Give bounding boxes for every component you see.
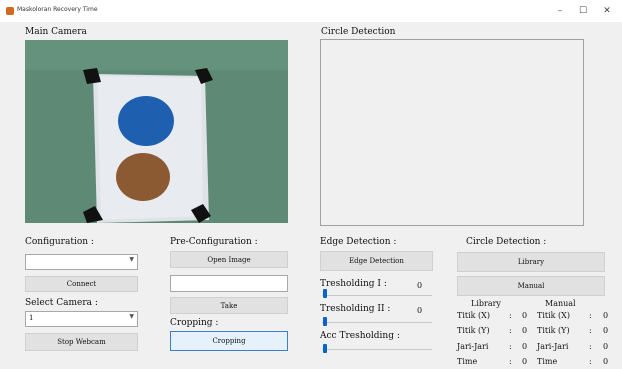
circle-detection-label: Circle Detection :: [466, 237, 547, 247]
circle-detection-view: [320, 39, 584, 226]
row-label-time-manual: Time: [537, 357, 558, 366]
titik-x-manual-value: 0: [603, 311, 609, 320]
threshold2-track: [322, 322, 432, 323]
image-path-input[interactable]: [170, 275, 288, 292]
main-camera-label: Main Camera: [25, 27, 87, 37]
threshold1-track: [322, 295, 432, 296]
row-label-jari-jari-manual: Jari-Jari: [537, 342, 569, 351]
port-combobox[interactable]: ▼: [25, 254, 138, 270]
chevron-down-icon: ▼: [129, 256, 134, 263]
threshold1-slider[interactable]: [323, 289, 327, 298]
circle-detection-view-label: Circle Detection: [321, 27, 396, 37]
title-bar: Maskoloran Recovery Time – ☐ ✕: [0, 0, 622, 22]
cropping-button[interactable]: Cropping: [170, 331, 288, 351]
manual-button[interactable]: Manual: [457, 276, 605, 296]
titik-x-library-value: 0: [522, 311, 528, 320]
row-sep: :: [589, 326, 592, 335]
edge-detection-button[interactable]: Edge Detection: [320, 251, 433, 271]
row-sep: :: [509, 326, 512, 335]
threshold1-value: 0: [417, 281, 423, 290]
main-camera-view: [25, 40, 288, 223]
threshold2-label: Tresholding II :: [320, 304, 391, 314]
camera-combobox[interactable]: 1 ▼: [25, 311, 138, 327]
camera-image: [25, 40, 288, 223]
titik-y-manual-value: 0: [603, 326, 609, 335]
camera-value: 1: [29, 314, 34, 322]
pre-configuration-label: Pre-Configuration :: [170, 237, 258, 247]
minimize-button[interactable]: –: [550, 4, 570, 18]
stop-webcam-button[interactable]: Stop Webcam: [25, 333, 138, 351]
time-manual-value: 0: [603, 357, 609, 366]
take-button[interactable]: Take: [170, 297, 288, 314]
row-sep: :: [509, 342, 512, 351]
threshold1-label: Tresholding I :: [320, 279, 387, 289]
column-header-library: Library: [471, 299, 501, 308]
titik-y-library-value: 0: [522, 326, 528, 335]
chevron-down-icon: ▼: [129, 313, 134, 320]
cropping-label: Cropping :: [170, 318, 219, 328]
select-camera-label: Select Camera :: [25, 298, 98, 308]
jari-jari-library-value: 0: [522, 342, 528, 351]
row-sep: :: [509, 311, 512, 320]
app-icon: [6, 7, 14, 15]
threshold2-value: 0: [417, 306, 423, 315]
row-label-titik-x-manual: Titik (X): [537, 311, 570, 320]
window-title: Maskoloran Recovery Time: [17, 6, 98, 13]
row-label-time: Time: [457, 357, 478, 366]
library-button[interactable]: Library: [457, 252, 605, 272]
configuration-label: Configuration :: [25, 237, 94, 247]
row-label-titik-y-manual: Titik (Y): [537, 326, 570, 335]
column-header-manual: Manual: [545, 299, 576, 308]
close-button[interactable]: ✕: [597, 4, 617, 18]
row-sep: :: [589, 357, 592, 366]
row-label-titik-x: Titik (X): [457, 311, 490, 320]
acc-threshold-track: [322, 349, 432, 350]
row-label-jari-jari: Jari-Jari: [457, 342, 489, 351]
acc-threshold-slider[interactable]: [323, 344, 327, 353]
threshold2-slider[interactable]: [323, 317, 327, 326]
open-image-button[interactable]: Open Image: [170, 251, 288, 268]
acc-threshold-label: Acc Tresholding :: [320, 331, 400, 341]
row-sep: :: [509, 357, 512, 366]
row-sep: :: [589, 342, 592, 351]
edge-detection-label: Edge Detection :: [320, 237, 397, 247]
jari-jari-manual-value: 0: [603, 342, 609, 351]
row-label-titik-y: Titik (Y): [457, 326, 490, 335]
time-library-value: 0: [522, 357, 528, 366]
row-sep: :: [589, 311, 592, 320]
connect-button[interactable]: Connect: [25, 276, 138, 292]
maximize-button[interactable]: ☐: [573, 4, 593, 18]
